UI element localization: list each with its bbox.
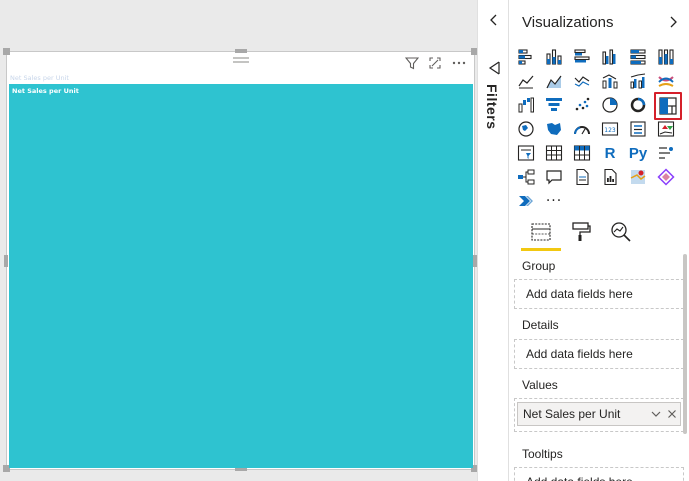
donut-chart-icon[interactable]	[626, 94, 650, 116]
line-chart-icon[interactable]	[514, 70, 538, 92]
pie-chart-icon[interactable]	[598, 94, 622, 116]
qa-visual-icon[interactable]	[542, 166, 566, 188]
svg-text:123: 123	[604, 127, 616, 134]
treemap-visual[interactable]: Net Sales per Unit Net Sales per Unit	[3, 48, 478, 472]
paint-roller-icon	[572, 222, 591, 241]
r-script-visual-icon[interactable]: R	[598, 142, 622, 164]
area-chart-icon[interactable]	[542, 70, 566, 92]
chevron-down-icon[interactable]	[650, 408, 662, 420]
details-well-label: Details	[522, 318, 559, 332]
tooltips-well-label: Tooltips	[522, 447, 563, 461]
filled-map-icon[interactable]	[542, 118, 566, 140]
visual-title: Net Sales per Unit	[10, 74, 69, 82]
more-visuals-label: ···	[545, 193, 563, 209]
treemap-icon[interactable]	[654, 92, 682, 120]
ribbon-chart-icon[interactable]	[654, 70, 678, 92]
stacked-bar-chart-icon[interactable]	[514, 46, 538, 68]
treemap-tile-label: Net Sales per Unit	[12, 87, 79, 95]
values-field-pill[interactable]: Net Sales per Unit	[517, 402, 681, 426]
power-apps-icon[interactable]	[654, 166, 678, 188]
filter-icon[interactable]	[405, 56, 419, 70]
report-canvas[interactable]: Net Sales per Unit Net Sales per Unit	[0, 0, 478, 481]
matrix-icon[interactable]	[570, 142, 594, 164]
table-icon[interactable]	[542, 142, 566, 164]
chevron-right-icon[interactable]	[666, 14, 680, 30]
stacked-area-chart-icon[interactable]	[570, 70, 594, 92]
100-stacked-column-chart-icon[interactable]	[654, 46, 678, 68]
more-options-icon[interactable]	[452, 56, 466, 70]
visualizations-title: Visualizations	[522, 14, 614, 31]
multi-row-card-icon[interactable]	[626, 118, 650, 140]
focus-mode-icon[interactable]	[428, 56, 442, 70]
key-influencers-icon[interactable]	[654, 142, 678, 164]
visualization-tabs	[509, 216, 689, 252]
active-tab-underline	[521, 248, 561, 251]
stacked-column-chart-icon[interactable]	[542, 46, 566, 68]
remove-field-icon[interactable]	[666, 408, 678, 420]
tab-analytics[interactable]	[607, 220, 635, 248]
clustered-column-chart-icon[interactable]	[598, 46, 622, 68]
field-wells: Group Add data fields here Details Add d…	[509, 254, 689, 481]
smart-narrative-icon[interactable]	[570, 166, 594, 188]
tab-format[interactable]	[567, 220, 595, 248]
build-visual-icon	[531, 223, 551, 241]
values-field-name: Net Sales per Unit	[523, 407, 621, 421]
report-editor: Net Sales per Unit Net Sales per Unit Fi…	[0, 0, 689, 481]
drag-grip-icon[interactable]	[233, 56, 249, 64]
filter-pane-icon	[488, 61, 500, 75]
r-glyph: R	[604, 144, 616, 162]
analytics-magnifier-icon	[611, 222, 631, 242]
group-drop-zone[interactable]: Add data fields here	[514, 279, 684, 309]
power-automate-icon[interactable]	[514, 190, 538, 212]
card-icon[interactable]: 123	[598, 118, 622, 140]
funnel-icon[interactable]	[542, 94, 566, 116]
filters-label[interactable]: Filters	[484, 84, 500, 130]
details-drop-zone[interactable]: Add data fields here	[514, 339, 684, 369]
azure-map-icon[interactable]	[626, 166, 650, 188]
line-and-clustered-column-chart-icon[interactable]	[626, 70, 650, 92]
waterfall-chart-icon[interactable]	[514, 94, 538, 116]
scatter-chart-icon[interactable]	[570, 94, 594, 116]
resize-handle-left[interactable]	[4, 255, 8, 267]
resize-handle-top[interactable]	[235, 49, 247, 53]
gauge-icon[interactable]	[570, 118, 594, 140]
python-visual-icon[interactable]: Py	[626, 142, 650, 164]
group-well-label: Group	[522, 259, 556, 273]
more-visuals-icon[interactable]: ···	[542, 190, 566, 212]
map-icon[interactable]	[514, 118, 538, 140]
decomposition-tree-icon[interactable]	[514, 166, 538, 188]
chevron-left-icon[interactable]	[487, 12, 501, 28]
slicer-icon[interactable]	[514, 142, 538, 164]
paginated-report-icon[interactable]	[598, 166, 622, 188]
tab-fields[interactable]	[527, 220, 555, 248]
py-glyph: Py	[628, 144, 648, 162]
tooltips-drop-zone[interactable]: Add data fields here	[514, 467, 684, 481]
kpi-icon[interactable]	[654, 118, 678, 140]
line-and-column-chart-icon[interactable]	[598, 70, 622, 92]
filters-pane[interactable]: Filters	[477, 0, 509, 481]
field-wells-scrollbar[interactable]	[683, 254, 687, 434]
treemap-tile[interactable]: Net Sales per Unit	[9, 84, 473, 468]
visualizations-pane: Visualizations 123 R Py ··· Group Add da…	[509, 0, 689, 481]
resize-handle-top-left[interactable]	[3, 48, 10, 55]
values-well-label: Values	[522, 378, 558, 392]
clustered-bar-chart-icon[interactable]	[570, 46, 594, 68]
100-stacked-bar-chart-icon[interactable]	[626, 46, 650, 68]
